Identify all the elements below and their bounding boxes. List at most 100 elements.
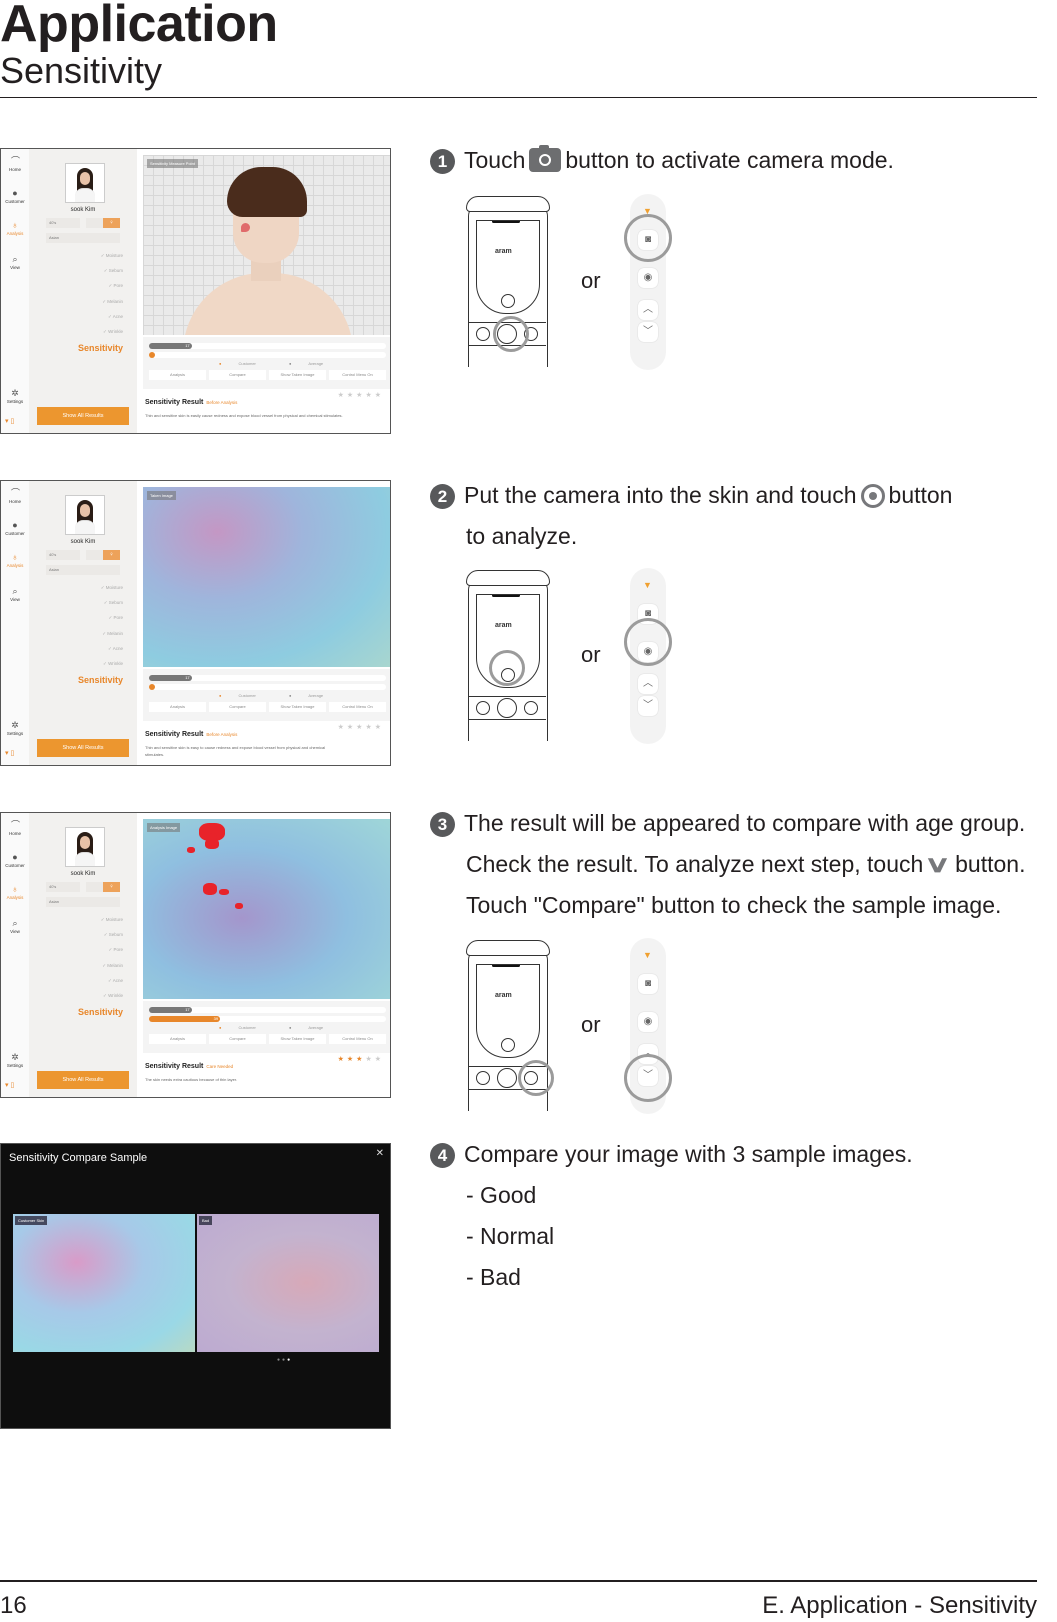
- customer-bar: [149, 352, 155, 358]
- menu-item-moisture[interactable]: ✓ Moisture: [78, 253, 123, 268]
- compare-button[interactable]: Compare: [209, 1034, 266, 1044]
- app-nav-bar: ⌒ Home ● Customer ♁ Analysis ⌕ View ✲ Setting…: [1, 813, 29, 1097]
- remote-up-button[interactable]: ︿: [638, 300, 658, 320]
- device-right-button[interactable]: [524, 701, 538, 715]
- compare-button[interactable]: Compare: [209, 702, 266, 712]
- remote-down-button[interactable]: ﹀: [638, 696, 658, 716]
- star-icon: ★: [337, 392, 347, 399]
- race-select[interactable]: Asian: [46, 565, 120, 575]
- action-buttons: Analysis Compare Show Taken Image Contro…: [149, 370, 386, 380]
- menu-item-melanin[interactable]: ✓ Melanin: [78, 299, 123, 314]
- nav-home[interactable]: ⌒ Home: [1, 157, 29, 173]
- device-camera-button[interactable]: [497, 698, 517, 718]
- legend-average: ● Average: [289, 693, 324, 698]
- control-menu-button[interactable]: Control Menu On: [329, 370, 386, 380]
- analysis-button[interactable]: Analysis: [149, 370, 206, 380]
- menu-item-pore[interactable]: ✓ Pore: [78, 947, 123, 962]
- device-left-button[interactable]: [476, 327, 490, 341]
- menu-item-sebum[interactable]: ✓ Sebum: [78, 932, 123, 947]
- show-all-results-button[interactable]: Show All Results: [37, 407, 129, 425]
- show-all-results-button[interactable]: Show All Results: [37, 739, 129, 757]
- device-left-button[interactable]: [476, 701, 490, 715]
- person-icon: ●: [12, 188, 18, 198]
- menu-item-sensitivity[interactable]: Sensitivity: [78, 343, 123, 353]
- remote-capture-button[interactable]: ◉: [638, 1012, 658, 1032]
- menu-item-wrinkle[interactable]: ✓ Wrinkle: [78, 993, 123, 1008]
- customer-bar: 39: [149, 1016, 221, 1022]
- male-toggle[interactable]: [86, 882, 103, 892]
- legend-customer: ● Customer: [219, 1025, 256, 1030]
- avatar[interactable]: [65, 827, 105, 867]
- compare-button[interactable]: Compare: [209, 370, 266, 380]
- device-left-button[interactable]: [476, 1071, 490, 1085]
- show-taken-image-button[interactable]: Show Taken Image: [269, 370, 326, 380]
- menu-item-pore[interactable]: ✓ Pore: [78, 615, 123, 630]
- nav-settings[interactable]: ✲ Settings: [1, 389, 29, 405]
- nav-analysis[interactable]: ♁ Analysis: [1, 885, 29, 901]
- nav-home[interactable]: ⌒ Home: [1, 489, 29, 505]
- age-select[interactable]: 40's: [46, 882, 80, 892]
- close-icon[interactable]: ✕: [376, 1148, 384, 1159]
- race-select[interactable]: Asian: [46, 233, 120, 243]
- avatar[interactable]: [65, 495, 105, 535]
- menu-item-wrinkle[interactable]: ✓ Wrinkle: [78, 661, 123, 676]
- step-1: 1 Touch button to activate camera mode.: [430, 140, 894, 181]
- search-icon: ⌕: [12, 586, 18, 596]
- control-menu-button[interactable]: Control Menu On: [329, 702, 386, 712]
- analysis-button[interactable]: Analysis: [149, 1034, 206, 1044]
- menu-item-moisture[interactable]: ✓ Moisture: [78, 585, 123, 600]
- show-taken-image-button[interactable]: Show Taken Image: [269, 1034, 326, 1044]
- screenshot-step-2: ⌒ Home ● Customer ♁ Analysis ⌕ View ✲ Setting…: [0, 480, 391, 766]
- menu-item-sensitivity[interactable]: Sensitivity: [78, 1007, 123, 1017]
- female-toggle[interactable]: ♀: [103, 218, 120, 228]
- menu-item-acne[interactable]: ✓ Acne: [78, 978, 123, 993]
- device-capture-button[interactable]: [501, 1038, 515, 1052]
- device-camera-button[interactable]: [497, 1068, 517, 1088]
- control-menu-button[interactable]: Control Menu On: [329, 1034, 386, 1044]
- nav-settings[interactable]: ✲ Settings: [1, 721, 29, 737]
- menu-item-acne[interactable]: ✓ Acne: [78, 646, 123, 661]
- nav-view[interactable]: ⌕ View: [1, 919, 29, 935]
- sensitivity-measure-point[interactable]: [241, 223, 250, 232]
- menu-item-sensitivity[interactable]: Sensitivity: [78, 675, 123, 685]
- nav-analysis[interactable]: ♁ Analysis: [1, 221, 29, 237]
- remote-down-button[interactable]: ﹀: [638, 322, 658, 342]
- menu-item-sebum[interactable]: ✓ Sebum: [78, 268, 123, 283]
- nav-view[interactable]: ⌕ View: [1, 255, 29, 271]
- remote-camera-button[interactable]: ◙: [638, 974, 658, 994]
- show-all-results-button[interactable]: Show All Results: [37, 1071, 129, 1089]
- race-select[interactable]: Asian: [46, 897, 120, 907]
- nav-customer[interactable]: ● Customer: [1, 521, 29, 537]
- avatar[interactable]: [65, 163, 105, 203]
- menu-item-pore[interactable]: ✓ Pore: [78, 283, 123, 298]
- nav-analysis[interactable]: ♁ Analysis: [1, 552, 29, 569]
- nav-settings[interactable]: ✲ Settings: [1, 1053, 29, 1069]
- male-toggle[interactable]: [86, 218, 103, 228]
- analysis-button[interactable]: Analysis: [149, 702, 206, 712]
- menu-item-melanin[interactable]: ✓ Melanin: [78, 631, 123, 646]
- female-toggle[interactable]: ♀: [103, 550, 120, 560]
- star-icon: ★: [374, 392, 384, 399]
- star-icon: ★: [346, 1056, 357, 1063]
- age-select[interactable]: 40's: [46, 550, 80, 560]
- menu-item-wrinkle[interactable]: ✓ Wrinkle: [78, 329, 123, 344]
- remote-up-button[interactable]: ︿: [638, 674, 658, 694]
- age-select[interactable]: 40's: [46, 218, 80, 228]
- device-capture-button[interactable]: [501, 294, 515, 308]
- female-toggle[interactable]: ♀: [103, 882, 120, 892]
- menu-item-sebum[interactable]: ✓ Sebum: [78, 600, 123, 615]
- menu-item-moisture[interactable]: ✓ Moisture: [78, 917, 123, 932]
- menu-item-melanin[interactable]: ✓ Melanin: [78, 963, 123, 978]
- nav-customer[interactable]: ● Customer: [1, 853, 29, 869]
- page-indicator[interactable]: ●●●: [277, 1357, 292, 1363]
- nav-home[interactable]: ⌒ Home: [1, 821, 29, 837]
- nav-view[interactable]: ⌕ View: [1, 586, 29, 603]
- show-taken-image-button[interactable]: Show Taken Image: [269, 702, 326, 712]
- remote-capture-button[interactable]: ◉: [638, 268, 658, 288]
- nav-customer[interactable]: ● Customer: [1, 188, 29, 205]
- menu-item-acne[interactable]: ✓ Acne: [78, 314, 123, 329]
- highlight-ring: [624, 1054, 672, 1102]
- highlight-ring: [518, 1060, 554, 1096]
- male-toggle[interactable]: [86, 550, 103, 560]
- microscope-icon: ♁: [11, 552, 19, 562]
